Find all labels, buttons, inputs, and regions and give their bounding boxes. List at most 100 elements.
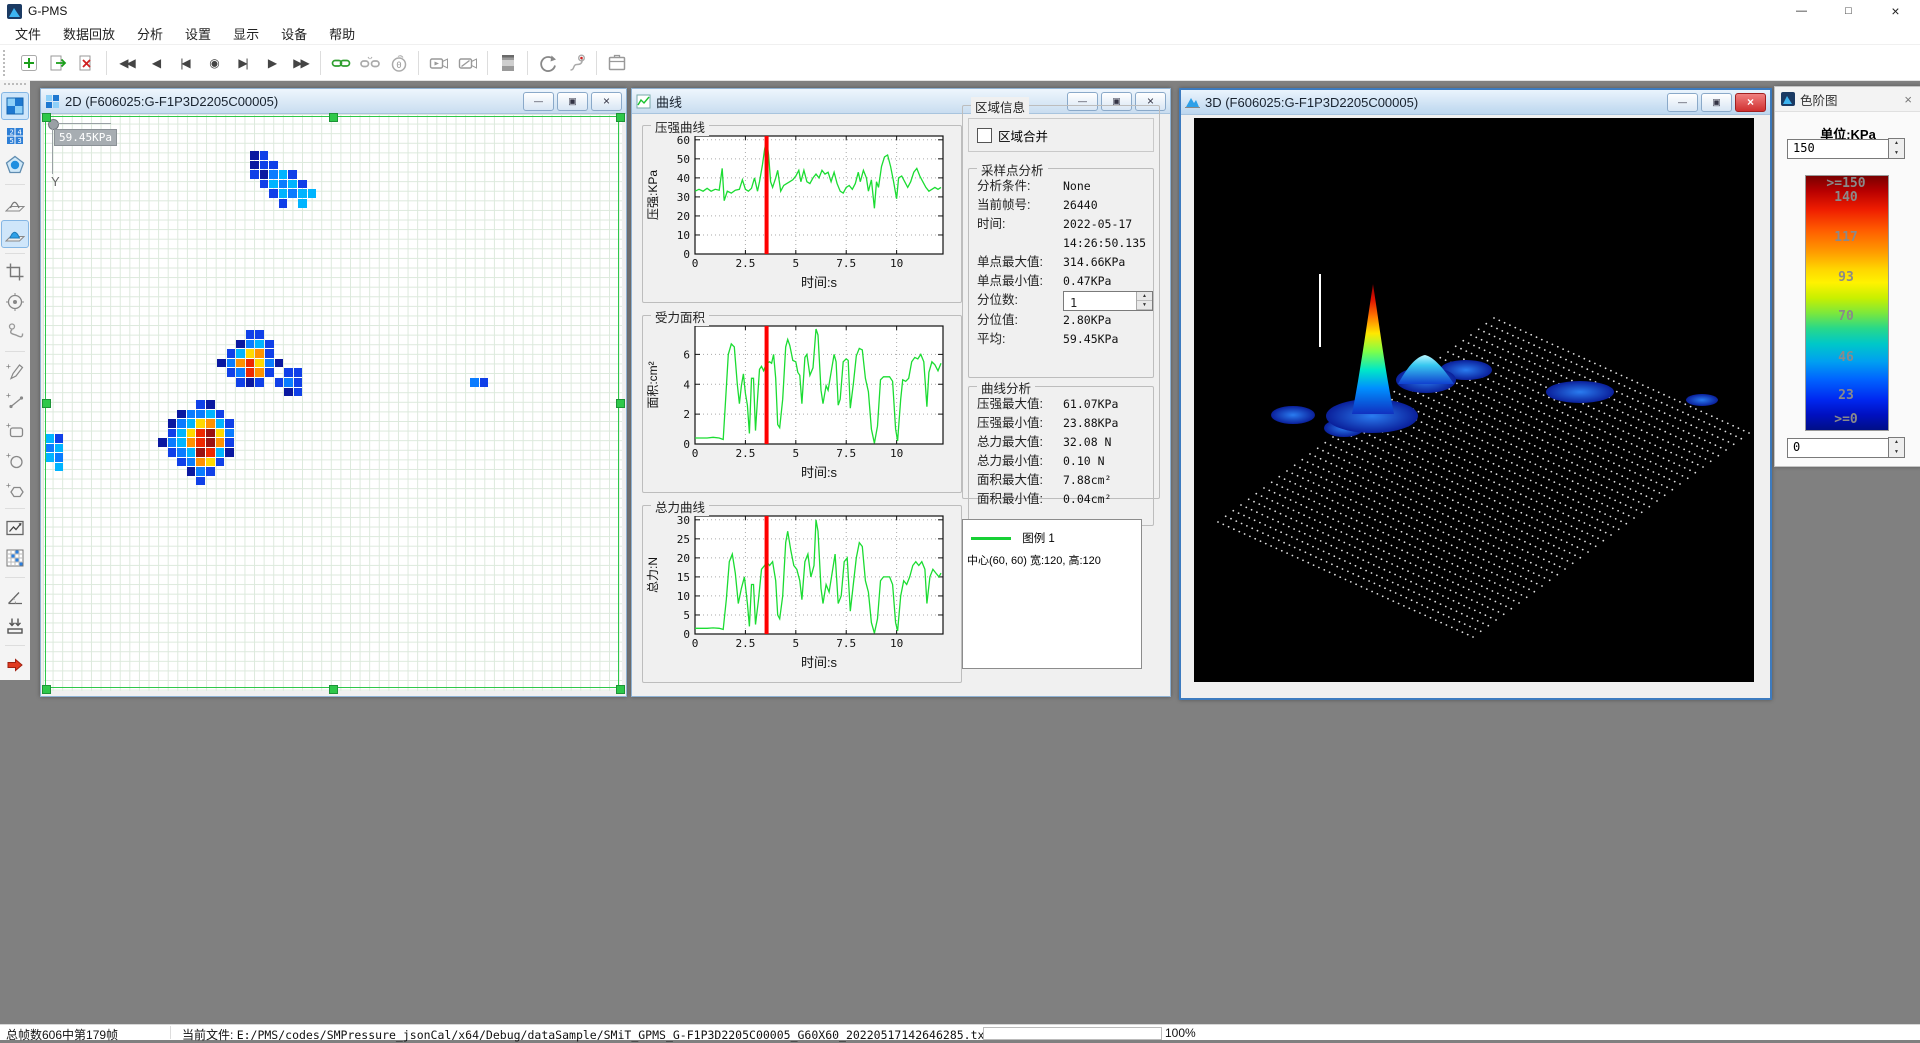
tool-angle-measure-icon[interactable] <box>1 583 29 611</box>
menu-item-5[interactable]: 显示 <box>222 22 270 45</box>
spin-up-icon[interactable]: ▲ <box>1889 438 1904 448</box>
timer-reset-icon[interactable]: 0 <box>385 49 412 76</box>
selection-handle[interactable] <box>616 113 625 122</box>
play-icon[interactable]: ▶ <box>258 49 285 76</box>
window-2d-titlebar[interactable]: 2D (F606025:G-F1P3D2205C00005) — ▣ × <box>41 89 626 114</box>
view-2d-grid-icon[interactable] <box>1 92 29 120</box>
menu-bar: 文件数据回放分析设置显示设备帮助 <box>0 22 1920 45</box>
curve-label: 面积最小值: <box>977 490 1063 509</box>
app-titlebar: G-PMS — □ × <box>0 0 1920 22</box>
delete-data-icon[interactable] <box>73 49 100 76</box>
tool-export-region-icon[interactable] <box>1 651 29 679</box>
sidebar-drag-handle[interactable] <box>4 83 26 89</box>
window-2d-restore-button[interactable]: ▣ <box>557 92 588 111</box>
window-3d-minimize-button[interactable]: — <box>1667 93 1698 112</box>
stop-video-icon[interactable] <box>454 49 481 76</box>
region-merge-checkbox[interactable] <box>977 128 992 143</box>
spin-down-icon[interactable]: ▼ <box>1889 149 1904 159</box>
colorscale-max-input[interactable]: 150 <box>1787 139 1894 159</box>
tool-draw-polygon-icon[interactable]: + <box>1 476 29 504</box>
view-pentagon-icon[interactable] <box>1 151 29 179</box>
tool-route-icon[interactable] <box>1 318 29 346</box>
go-last-frame-icon[interactable]: ▶| <box>229 49 256 76</box>
selection-handle[interactable] <box>329 685 338 694</box>
toolbar-drag-handle[interactable] <box>3 50 10 76</box>
tool-target-icon[interactable] <box>1 288 29 316</box>
sample-analysis-rows2: 分位值:2.80KPa平均:59.45KPa <box>969 311 1153 349</box>
refresh-icon[interactable] <box>534 49 561 76</box>
stop-icon[interactable]: ◉ <box>200 49 227 76</box>
svg-text:4: 4 <box>683 378 690 391</box>
tool-draw-rect-icon[interactable]: + <box>1 416 29 444</box>
link-device-icon[interactable] <box>327 49 354 76</box>
menu-item-3[interactable]: 分析 <box>126 22 174 45</box>
menu-item-6[interactable]: 设备 <box>270 22 318 45</box>
colorscale-close-button[interactable]: × <box>1901 92 1915 107</box>
svg-text:40: 40 <box>677 172 690 185</box>
selection-handle[interactable] <box>616 685 625 694</box>
record-route-icon[interactable] <box>563 49 590 76</box>
colorscale-min-spinner[interactable]: ▲▼ <box>1888 437 1905 458</box>
menu-item-4[interactable]: 设置 <box>174 22 222 45</box>
go-first-frame-icon[interactable]: |◀ <box>171 49 198 76</box>
selection-handle[interactable] <box>329 113 338 122</box>
window-maximize-button[interactable]: □ <box>1825 0 1872 22</box>
tool-crop-icon[interactable] <box>1 259 29 287</box>
export-data-icon[interactable] <box>44 49 71 76</box>
spin-up-icon[interactable]: ▲ <box>1889 139 1904 149</box>
tool-draw-pencil-icon[interactable]: + <box>1 357 29 385</box>
tool-press-apply-icon[interactable] <box>1 613 29 641</box>
fast-forward-icon[interactable]: ▶▶ <box>287 49 314 76</box>
force-chart[interactable]: 02.557.510051015202530时间:s总力:N <box>643 506 961 683</box>
view-3d-wireframe-icon[interactable] <box>1 190 29 218</box>
quantile-spinner[interactable]: ▲▼ <box>1136 292 1152 310</box>
pressure-chart[interactable]: 02.557.5100102030405060时间:s压强:KPa <box>643 126 961 303</box>
tool-analyze-chart-icon[interactable] <box>1 514 29 542</box>
window-3d-titlebar[interactable]: 3D (F606025:G-F1P3D2205C00005) — ▣ × <box>1181 90 1770 115</box>
selection-handle[interactable] <box>42 399 51 408</box>
window-close-button[interactable]: × <box>1872 0 1919 22</box>
pressure-map-2d-canvas[interactable]: 59.45KPa Y <box>43 114 622 691</box>
toolbar-separator <box>487 51 488 75</box>
curve-value: 23.88KPa <box>1063 414 1118 433</box>
area-chart[interactable]: 02.557.5100246时间:s面积:cm² <box>643 316 961 493</box>
app-logo-icon <box>7 4 22 19</box>
window-2d-close-button[interactable]: × <box>591 92 622 111</box>
rewind-icon[interactable]: ◀◀ <box>113 49 140 76</box>
window-3d-restore-button[interactable]: ▣ <box>1701 93 1732 112</box>
unlink-device-icon[interactable] <box>356 49 383 76</box>
colorscale-titlebar[interactable]: 色阶图 × <box>1775 87 1920 112</box>
sidebar-separator <box>5 508 25 509</box>
selection-handle[interactable] <box>616 399 625 408</box>
spin-down-icon[interactable]: ▼ <box>1889 448 1904 458</box>
menu-item-1[interactable]: 文件 <box>4 22 52 45</box>
tool-sample-grid-icon[interactable] <box>1 544 29 572</box>
view-value-grid-icon[interactable]: 2453 <box>1 122 29 150</box>
window-minimize-button[interactable]: — <box>1778 0 1825 22</box>
window-2d-minimize-button[interactable]: — <box>523 92 554 111</box>
selection-handle[interactable] <box>42 685 51 694</box>
menu-item-2[interactable]: 数据回放 <box>52 22 126 45</box>
colorscale-min-input[interactable]: 0 <box>1787 438 1894 458</box>
window-3d-close-button[interactable]: × <box>1735 93 1766 112</box>
tool-draw-circle-icon[interactable]: + <box>1 446 29 474</box>
tool-draw-line-icon[interactable]: + <box>1 387 29 415</box>
spin-down-icon[interactable]: ▼ <box>1137 301 1152 310</box>
curve-label: 压强最大值: <box>977 395 1063 414</box>
display-gradient-icon[interactable] <box>494 49 521 76</box>
selection-handle[interactable] <box>42 113 51 122</box>
svg-text:0: 0 <box>396 61 401 71</box>
quantile-spinbox[interactable]: 1 ▲▼ <box>1063 291 1153 311</box>
add-data-icon[interactable] <box>15 49 42 76</box>
menu-item-7[interactable]: 帮助 <box>318 22 366 45</box>
open-archive-icon[interactable] <box>603 49 630 76</box>
step-back-icon[interactable]: ◀ <box>142 49 169 76</box>
view-3d-surface-icon[interactable] <box>1 220 29 248</box>
selection-rectangle[interactable] <box>45 116 619 688</box>
spin-up-icon[interactable]: ▲ <box>1137 292 1152 301</box>
sample-row: 平均:59.45KPa <box>969 330 1153 349</box>
surface-3d-canvas[interactable] <box>1194 118 1754 682</box>
colorscale-max-spinner[interactable]: ▲▼ <box>1888 138 1905 159</box>
record-video-icon[interactable] <box>425 49 452 76</box>
curve-label: 压强最小值: <box>977 414 1063 433</box>
